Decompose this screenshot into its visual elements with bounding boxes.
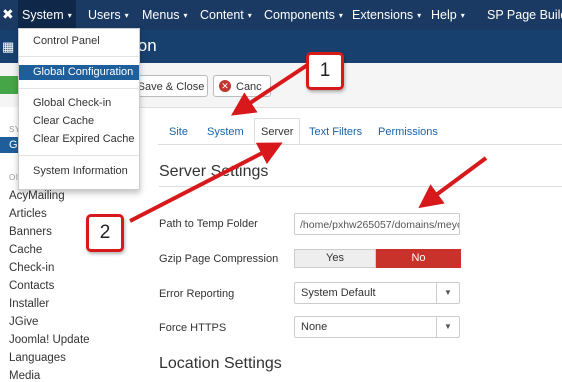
callout-2: 2 [86,214,124,252]
arrow-to-temp-folder [418,156,488,209]
annotation-arrows [129,60,488,223]
arrow-to-server-tab [129,142,283,223]
arrow-to-global-configuration [230,60,314,116]
callout-1: 1 [306,52,344,90]
